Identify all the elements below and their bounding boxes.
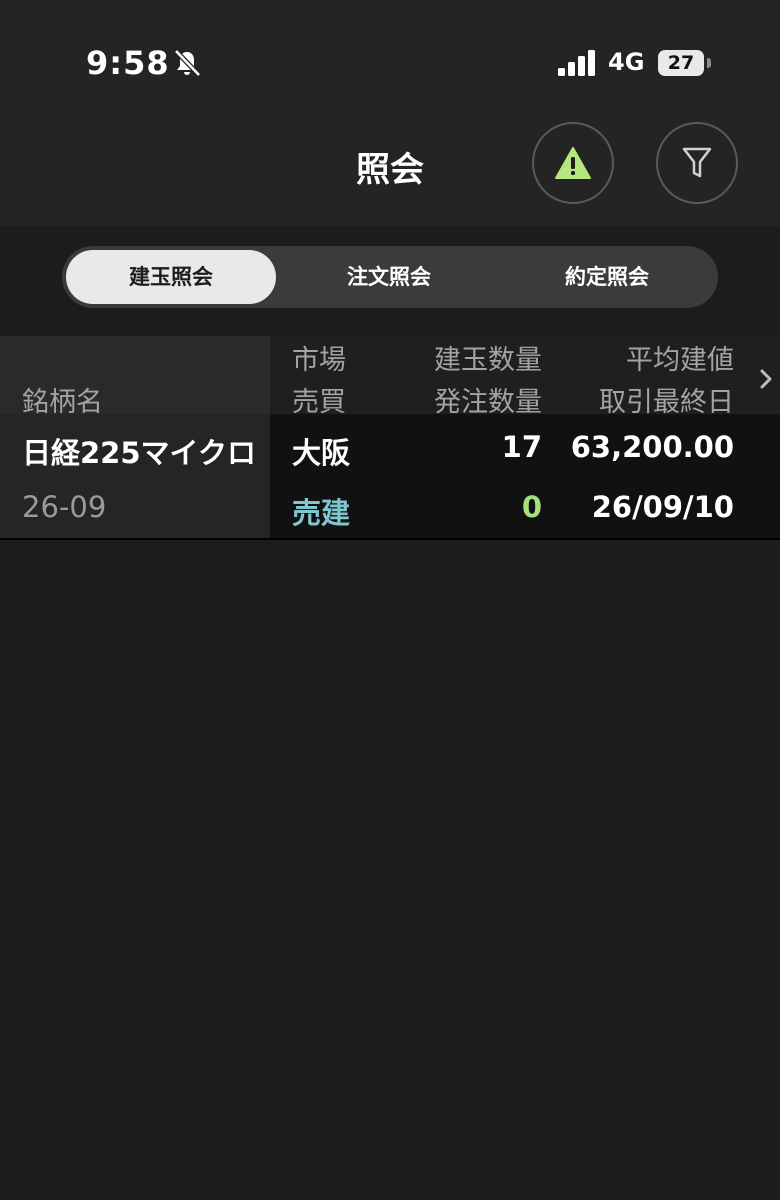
warning-button[interactable] [532,122,614,204]
segmented-control: 建玉照会 注文照会 約定照会 [62,246,718,308]
header-market: 市場 [292,345,346,376]
tab-positions[interactable]: 建玉照会 [66,250,276,304]
table-header-right: 市場 売買 建玉数量 発注数量 平均建値 取引最終日 [270,336,780,418]
row-name: 日経225マイクロ [22,436,256,470]
tab-executions[interactable]: 約定照会 [502,250,712,304]
row-avg-price: 63,200.00 [570,430,734,464]
battery-tip [707,58,711,68]
row-contract-month: 26-09 [22,490,107,524]
table-row[interactable]: 日経225マイクロ 26-09 大阪 売建 17 0 63,200.00 26/… [0,414,780,540]
bell-slash-icon [174,49,201,77]
network-label: 4G [608,48,645,76]
header-avg-price: 平均建値 [626,345,734,376]
row-side: 売建 [292,496,351,530]
filter-button[interactable] [656,122,738,204]
row-right-cells: 大阪 売建 17 0 63,200.00 26/09/10 [270,414,780,538]
status-time: 9:58 [86,44,170,82]
header-position-qty: 建玉数量 [434,345,542,376]
row-position-qty: 17 [501,430,542,464]
tab-orders[interactable]: 注文照会 [284,250,494,304]
header: 照会 [0,120,780,226]
status-bar: 9:58 4G 27 [0,0,780,120]
filter-icon [682,147,712,178]
row-market: 大阪 [292,436,351,470]
battery-icon: 27 [658,50,704,76]
table-header-left: 銘柄名 [0,336,270,418]
chevron-right-icon[interactable] [758,368,774,390]
row-last-trade-date: 26/09/10 [591,490,734,524]
warning-icon [555,147,591,179]
segment-area: 建玉照会 注文照会 約定照会 [0,226,780,336]
signal-icon [558,50,595,76]
row-order-qty: 0 [521,490,542,524]
row-left-cell: 日経225マイクロ 26-09 [0,414,270,538]
